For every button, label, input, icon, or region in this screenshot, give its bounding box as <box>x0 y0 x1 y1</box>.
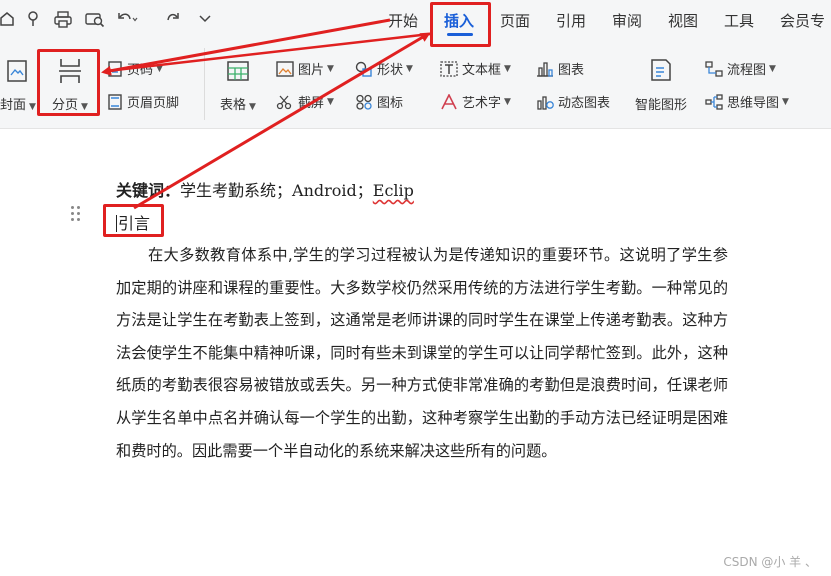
shape-label: 形状 <box>377 63 404 78</box>
highlight-insert-tab <box>430 2 491 47</box>
chart-label: 图表 <box>558 63 585 78</box>
screenshot-label: 截屏 <box>298 96 325 111</box>
dynamic-chart-label: 动态图表 <box>558 96 611 111</box>
dynamic-chart-button[interactable]: 动态图表 <box>536 92 610 111</box>
picture-label: 图片 <box>298 63 325 78</box>
mindmap-button[interactable]: 思维导图 ▼ <box>705 92 789 111</box>
page-number-icon <box>108 60 122 77</box>
ribbon: 封面 ▼ 分页 ▼ 页码 ▼ 页眉页脚 表格 ▼ 图片 ▼ 截屏 ▼ 形状 ▼ 图标 <box>0 40 831 129</box>
wordart-label: 艺术字 <box>462 96 502 111</box>
smart-graphic-label: 智能图形 <box>634 98 687 113</box>
tab-membership[interactable]: 会员专 <box>780 10 825 31</box>
icon-button[interactable]: 图标 <box>355 92 403 111</box>
table-icon <box>214 56 262 86</box>
more-icon[interactable] <box>197 9 213 29</box>
flowchart-icon <box>705 60 723 77</box>
undo-icon[interactable] <box>117 9 139 29</box>
picture-button[interactable]: 图片 ▼ <box>276 59 334 78</box>
home-icon[interactable] <box>0 9 14 29</box>
smart-graphic-button[interactable]: 智能图形 <box>630 56 692 113</box>
document-canvas[interactable]: 关键词：学生考勤系统；Android；Eclip 引言 在大多数教育体系中,学生… <box>0 129 831 576</box>
icon-label: 图标 <box>377 96 404 111</box>
flowchart-button[interactable]: 流程图 ▼ <box>705 59 776 78</box>
cover-button[interactable]: 封面 ▼ <box>0 56 36 113</box>
screenshot-button[interactable]: 截屏 ▼ <box>276 92 334 111</box>
table-label: 表格 <box>220 98 247 113</box>
wordart-icon <box>441 93 457 109</box>
textbox-label: 文本框 <box>462 63 502 78</box>
flowchart-label: 流程图 <box>727 63 767 78</box>
header-footer-button[interactable]: 页眉页脚 <box>107 92 179 111</box>
tab-view[interactable]: 视图 <box>668 10 698 31</box>
print-preview-icon[interactable] <box>84 9 106 29</box>
shape-button[interactable]: 形状 ▼ <box>355 59 413 78</box>
menu-bar: 开始 插入 页面 引用 审阅 视图 工具 会员专 <box>0 0 831 40</box>
cover-icon <box>0 56 34 86</box>
textbox-button[interactable]: 文本框 ▼ <box>440 59 511 78</box>
print-icon[interactable] <box>53 9 73 29</box>
mindmap-icon <box>705 93 723 110</box>
tab-page[interactable]: 页面 <box>500 10 530 31</box>
redo-icon[interactable] <box>165 9 181 29</box>
keywords-value: 学生考勤系统；Android； <box>180 181 373 200</box>
icons-gallery-icon <box>356 94 372 110</box>
tab-start[interactable]: 开始 <box>388 10 418 31</box>
drag-handle-icon[interactable] <box>71 206 81 224</box>
misspelled-word[interactable]: Eclip <box>373 181 414 200</box>
chart-button[interactable]: 图表 <box>536 59 584 78</box>
keywords-label: 关键词： <box>116 181 181 200</box>
tab-tools[interactable]: 工具 <box>724 10 754 31</box>
dynamic-chart-icon <box>537 95 554 110</box>
picture-icon <box>276 60 294 77</box>
bar-chart-icon <box>537 61 553 77</box>
mindmap-label: 思维导图 <box>727 96 780 111</box>
format-painter-icon[interactable] <box>24 9 42 29</box>
wordart-button[interactable]: 艺术字 ▼ <box>440 92 511 111</box>
highlight-heading <box>103 204 164 237</box>
smart-graphic-icon <box>630 56 692 86</box>
textbox-icon <box>440 60 458 77</box>
shape-icon <box>355 61 372 77</box>
highlight-page-break <box>37 49 100 116</box>
watermark: CSDN @小 羊 、 <box>723 555 817 569</box>
header-footer-icon <box>108 93 122 110</box>
ribbon-divider <box>204 48 205 120</box>
tab-reference[interactable]: 引用 <box>556 10 586 31</box>
table-button[interactable]: 表格 ▼ <box>214 56 262 113</box>
body-paragraph[interactable]: 在大多数教育体系中,学生的学习过程被认为是传递知识的重要环节。这说明了学生参加定… <box>116 239 728 467</box>
page-number-label: 页码 <box>127 63 154 78</box>
tab-review[interactable]: 审阅 <box>612 10 642 31</box>
scissors-icon <box>276 95 292 109</box>
header-footer-label: 页眉页脚 <box>127 96 180 111</box>
page-number-button[interactable]: 页码 ▼ <box>107 59 163 78</box>
keywords-line[interactable]: 关键词：学生考勤系统；Android；Eclip <box>116 177 414 201</box>
cover-label: 封面 <box>0 98 27 113</box>
